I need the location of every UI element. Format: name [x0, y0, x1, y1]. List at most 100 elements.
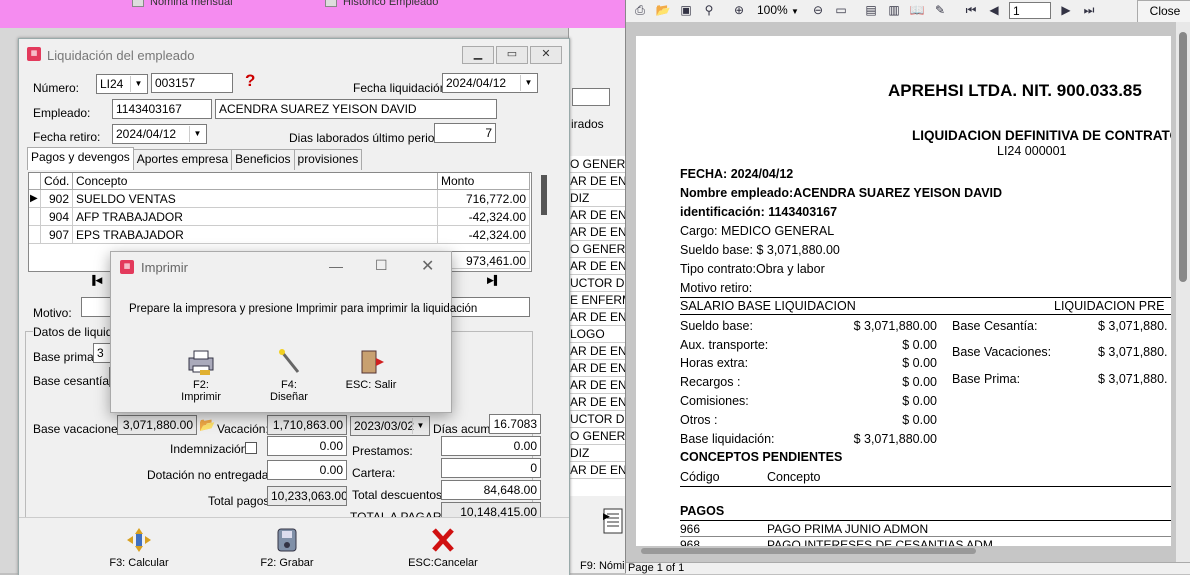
dotacion-field[interactable]: 0.00	[267, 460, 347, 480]
grid-cell-cod: 907	[41, 226, 73, 244]
prev-page-icon[interactable]: ◀	[986, 3, 1002, 18]
fecha-retiro-picker[interactable]: 2024/04/12 ▼	[112, 124, 207, 144]
close-button[interactable]: ✕	[530, 46, 562, 64]
folder-icon[interactable]: 📂	[199, 417, 215, 433]
list-item[interactable]: AR DE ENF	[569, 360, 626, 377]
left-item-value: $ 3,071,880.00	[853, 319, 937, 333]
dialog-message: Prepare la impresora y presione Imprimir…	[129, 303, 478, 315]
left-item-label: Base liquidación:	[680, 432, 775, 446]
zoom-value: 100%	[757, 3, 788, 17]
vacacion-fecha-picker[interactable]: 2023/03/02 ▼	[350, 416, 430, 436]
fecha-liquidacion-value: 2024/04/12	[446, 76, 507, 90]
left-item-value: $ 3,071,880.00	[853, 432, 937, 446]
open-folder-icon[interactable]: 📂	[655, 3, 671, 18]
tab-aportes-empresa[interactable]: Aportes empresa	[132, 149, 233, 170]
help-icon[interactable]: ?	[245, 71, 255, 91]
action-bar: F3: Calcular F2: Grabar ESC:Cancelar	[19, 517, 569, 575]
grid-cell-concepto: EPS TRABAJADOR	[73, 226, 438, 244]
list-item[interactable]: O GENERA	[569, 241, 626, 258]
list-item[interactable]: AR DE ENF	[569, 462, 626, 479]
prestamos-field[interactable]: 0.00	[441, 436, 541, 456]
numero-prefix-select[interactable]: LI24 ▼	[96, 74, 148, 94]
print-icon[interactable]: ⎙	[632, 3, 648, 18]
grabar-button[interactable]: F2: Grabar	[247, 526, 327, 569]
vertical-scrollbar[interactable]	[1176, 22, 1190, 562]
tab-pagos-devengos[interactable]: Pagos y devengos	[27, 147, 134, 170]
grid-last-icon[interactable]: ▶▌	[487, 275, 500, 286]
dialog-close-button[interactable]: ✕	[421, 256, 434, 276]
left-item-label: Sueldo base:	[680, 319, 753, 333]
page-number-input[interactable]: 1	[1009, 2, 1051, 19]
grid-scrollbar[interactable]	[541, 175, 547, 215]
dialog-maximize-button[interactable]: ☐	[375, 257, 388, 274]
disenar-label: F4: Diseñar	[270, 379, 308, 403]
two-pages-icon[interactable]: ▥	[886, 3, 902, 18]
tab-beneficios[interactable]: Beneficios	[231, 149, 295, 170]
bg-scroll-arrow-icon[interactable]: ▶	[603, 511, 610, 522]
report-liquidacion-title: LIQUIDACION PRE	[1054, 299, 1165, 313]
list-item[interactable]: O GENERA	[569, 428, 626, 445]
find-icon[interactable]: ⚲	[701, 3, 717, 18]
pagos-text: PAGO PRIMA JUNIO ADMON	[767, 522, 929, 536]
bg-nomina-button[interactable]: F9: Nómin	[580, 560, 631, 572]
list-item[interactable]: UCTOR DE	[569, 275, 626, 292]
fit-page-icon[interactable]: ▭	[833, 3, 849, 18]
list-item[interactable]: DIZ	[569, 445, 626, 462]
close-report-button[interactable]: Close	[1137, 0, 1190, 23]
list-item[interactable]: AR DE ENF	[569, 224, 626, 241]
next-page-icon[interactable]: ▶	[1058, 3, 1074, 18]
list-item[interactable]: AR DE ENF	[569, 377, 626, 394]
list-item[interactable]: E ENFERM	[569, 292, 626, 309]
single-page-icon[interactable]: ▤	[863, 3, 879, 18]
list-item[interactable]: AR DE ENF	[569, 173, 626, 190]
window-title: Liquidación del empleado	[47, 48, 195, 63]
bg-input[interactable]	[572, 88, 610, 106]
list-item[interactable]: AR DE ENF	[569, 258, 626, 275]
last-page-icon[interactable]: ⏭	[1081, 3, 1097, 18]
disenar-button[interactable]: F4: Diseñar	[261, 348, 317, 403]
cancelar-button[interactable]: ESC:Cancelar	[401, 526, 485, 569]
horizontal-scrollbar[interactable]	[641, 548, 976, 554]
dialog-minimize-button[interactable]: —	[329, 258, 343, 274]
dias-laborados-input[interactable]: 7	[434, 123, 496, 143]
edit-page-icon[interactable]: ✎	[932, 3, 948, 18]
first-page-icon[interactable]: ⏮	[963, 3, 979, 18]
list-item[interactable]: LOGO	[569, 326, 626, 343]
cancelar-label: ESC:Cancelar	[408, 557, 478, 569]
left-item-value: $ 0.00	[902, 338, 937, 352]
grid-cell-concepto: AFP TRABAJADOR	[73, 208, 438, 226]
zoom-in-icon[interactable]: ⊕	[731, 3, 747, 18]
calculate-arrows-icon	[99, 526, 179, 557]
zoom-select[interactable]: 100% ▼	[757, 3, 801, 18]
indemnizacion-field[interactable]: 0.00	[267, 436, 347, 456]
list-item[interactable]: AR DE ENF	[569, 207, 626, 224]
taskbar-item-historico[interactable]: Histórico Empleado	[325, 0, 438, 8]
salir-button[interactable]: ESC: Salir	[343, 348, 399, 391]
vacacion-label: Vacación:	[217, 422, 269, 436]
exit-door-icon	[343, 348, 399, 379]
zoom-out-icon[interactable]: ⊖	[810, 3, 826, 18]
save-icon[interactable]: ▣	[678, 3, 694, 18]
list-item[interactable]: AR DE ENF	[569, 309, 626, 326]
grid-first-icon[interactable]: ▐◀	[89, 275, 102, 286]
report-cargo: Cargo: MEDICO GENERAL	[680, 224, 835, 238]
list-item[interactable]: AR DE ENF	[569, 343, 626, 360]
book-icon[interactable]: 📖	[909, 3, 925, 18]
taskbar-item-nomina[interactable]: Nómina mensual	[132, 0, 233, 8]
scroll-thumb[interactable]	[1179, 32, 1187, 282]
calcular-button[interactable]: F3: Calcular	[99, 526, 179, 569]
fecha-liquidacion-picker[interactable]: 2024/04/12 ▼	[442, 73, 538, 93]
list-item[interactable]: O GENERA	[569, 156, 626, 173]
total-descuentos-field: 84,648.00	[441, 480, 541, 500]
maximize-button[interactable]: ▭	[496, 46, 528, 64]
imprimir-button[interactable]: F2: Imprimir	[173, 348, 229, 403]
list-item[interactable]: UCTOR DE	[569, 411, 626, 428]
list-item[interactable]: DIZ	[569, 190, 626, 207]
numero-input[interactable]: 003157	[151, 73, 233, 93]
empleado-id-input[interactable]: 1143403167	[112, 99, 212, 119]
minimize-button[interactable]: ▁	[462, 46, 494, 64]
list-item[interactable]: AR DE ENF	[569, 394, 626, 411]
cartera-field[interactable]: 0	[441, 458, 541, 478]
indemnizacion-checkbox[interactable]	[245, 442, 257, 454]
tab-provisiones[interactable]: provisiones	[293, 149, 363, 170]
